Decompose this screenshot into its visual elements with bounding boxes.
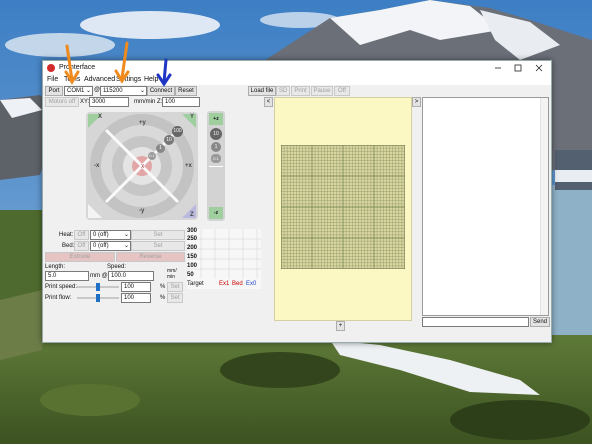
annotation-arrows bbox=[64, 41, 172, 87]
blue-arrow-connect-shaft bbox=[162, 58, 168, 84]
